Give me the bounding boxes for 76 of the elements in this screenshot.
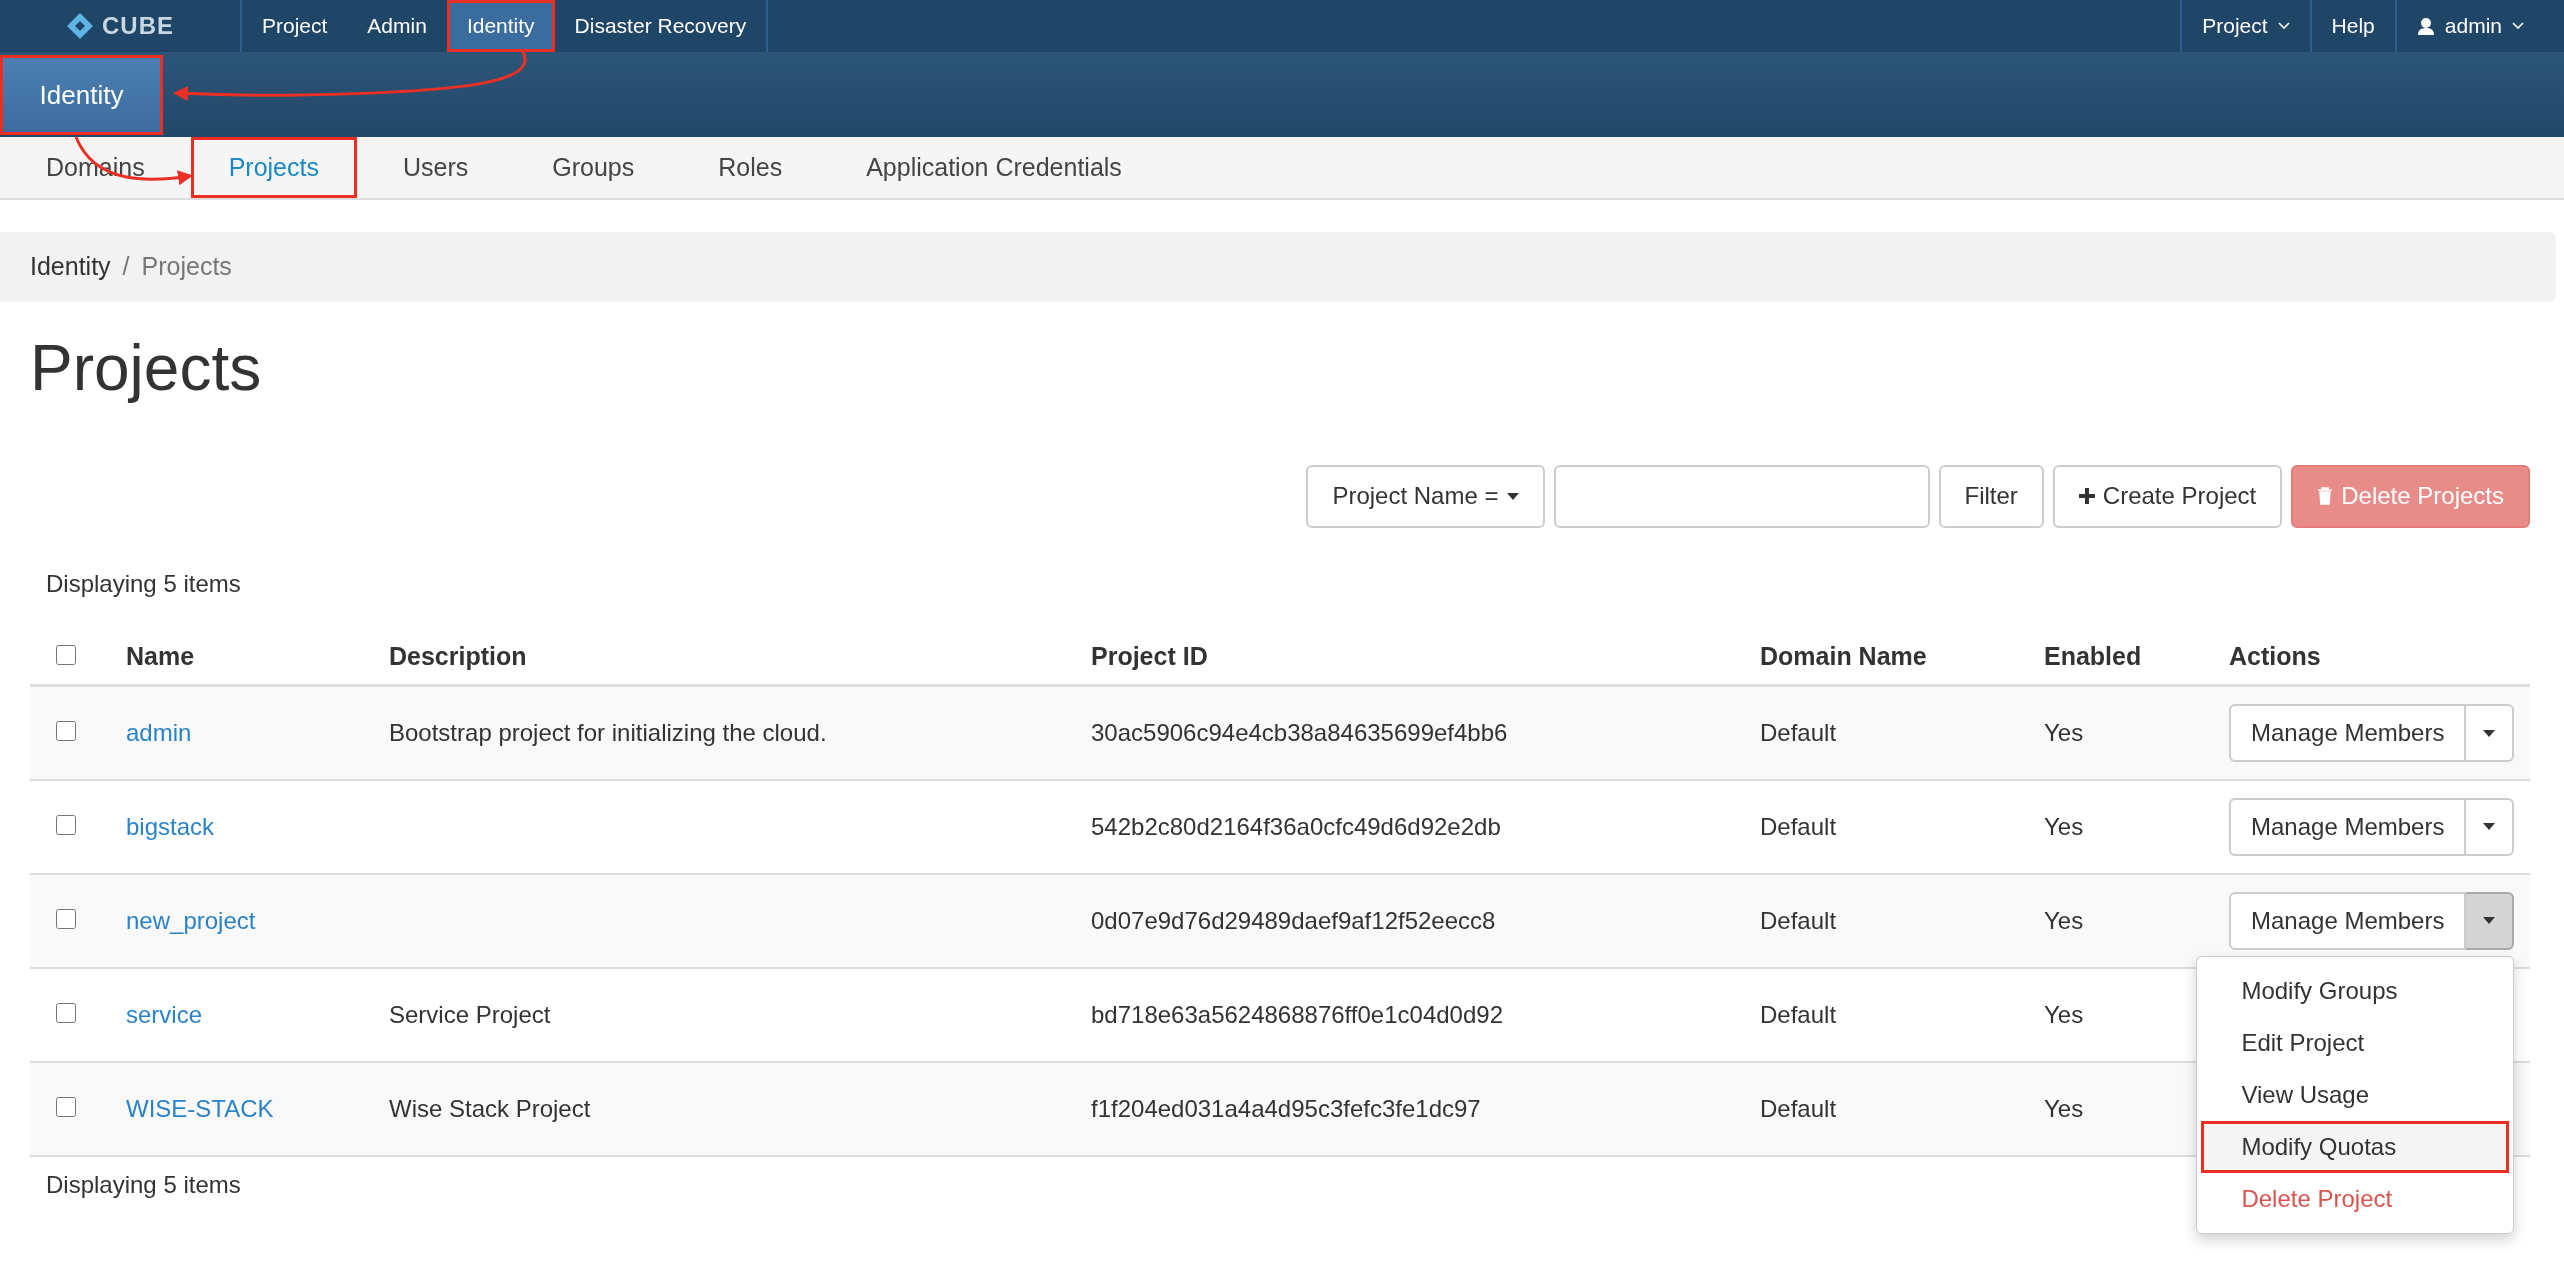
table-cell: Yes bbox=[2044, 812, 2084, 840]
name-link[interactable]: bigstack bbox=[126, 812, 215, 840]
manage-members-button[interactable]: Manage Members bbox=[2229, 891, 2467, 950]
breadcrumb-item[interactable]: Identity bbox=[30, 248, 111, 286]
breadcrumb-separator: / bbox=[122, 251, 130, 283]
caret-icon bbox=[1506, 492, 1519, 500]
menu-item[interactable]: View Usage bbox=[2201, 1068, 2510, 1121]
table-cell: bd718e63a5624868876ff0e1c04d0d92 bbox=[1091, 1000, 1503, 1028]
column-header: Project ID bbox=[1091, 642, 1208, 671]
table-cell: f1f204ed031a4a4d95c3fefc3fe1dc97 bbox=[1091, 1094, 1481, 1122]
trash-icon bbox=[2317, 487, 2334, 506]
menu-item[interactable]: Edit Project bbox=[2201, 1016, 2510, 1069]
table-cell: Yes bbox=[2044, 1000, 2084, 1028]
chevron-down-icon bbox=[2512, 22, 2524, 30]
user-icon bbox=[2416, 17, 2435, 35]
select-all-checkbox[interactable] bbox=[56, 645, 76, 666]
logo-text: CUBE bbox=[102, 11, 174, 41]
plus-icon bbox=[2078, 488, 2095, 505]
menu-item[interactable]: Modify Groups bbox=[2201, 964, 2510, 1017]
row-checkbox[interactable] bbox=[56, 908, 76, 929]
create-project-button[interactable]: Create Project bbox=[2052, 464, 2283, 528]
row-checkbox[interactable] bbox=[56, 1002, 76, 1023]
nav-link[interactable]: Project bbox=[242, 0, 348, 52]
table-cell: Default bbox=[1760, 1094, 1837, 1122]
row-checkbox[interactable] bbox=[56, 1096, 76, 1117]
tab[interactable]: Projects bbox=[190, 137, 357, 198]
menu-item[interactable]: Delete Project bbox=[2201, 1172, 2510, 1225]
manage-members-button[interactable]: Manage Members bbox=[2229, 797, 2467, 856]
table-cell: Default bbox=[1760, 906, 1837, 934]
nav-link[interactable]: Admin bbox=[347, 0, 447, 52]
chevron-down-icon bbox=[2277, 22, 2290, 30]
section-button[interactable]: Identity bbox=[0, 55, 163, 135]
table-cell: Service Project bbox=[389, 1000, 551, 1028]
row-checkbox[interactable] bbox=[56, 721, 76, 742]
nav-link[interactable]: Identity bbox=[446, 0, 555, 52]
table-cell: Default bbox=[1760, 1000, 1837, 1028]
dropdown-toggle-button[interactable] bbox=[2466, 891, 2515, 950]
table-cell: Yes bbox=[2044, 719, 2084, 747]
table-cell: Yes bbox=[2044, 1094, 2084, 1122]
column-header: Actions bbox=[2229, 642, 2321, 671]
page-title: Projects bbox=[30, 331, 263, 406]
name-link[interactable]: new_project bbox=[126, 906, 256, 934]
caret-icon bbox=[2483, 729, 2496, 737]
dropdown-toggle-button[interactable] bbox=[2466, 797, 2515, 856]
table-cell: Yes bbox=[2044, 906, 2084, 934]
search-field[interactable] bbox=[1553, 464, 1930, 528]
table-cell: Default bbox=[1760, 719, 1837, 747]
tab[interactable]: Application Credentials bbox=[828, 137, 1160, 198]
tab[interactable]: Roles bbox=[680, 137, 821, 198]
tab[interactable]: Users bbox=[364, 137, 507, 198]
column-header: Description bbox=[389, 642, 527, 671]
name-link[interactable]: admin bbox=[126, 719, 192, 747]
item-count: Displaying 5 items bbox=[46, 568, 241, 599]
caret-icon bbox=[2483, 823, 2496, 831]
column-header: Name bbox=[126, 642, 195, 671]
breadcrumb-item: Projects bbox=[141, 251, 232, 283]
table-cell: 542b2c80d2164f36a0cfc49d6d92e2db bbox=[1091, 812, 1501, 840]
caret-icon bbox=[2483, 917, 2496, 925]
dropdown-toggle-button[interactable] bbox=[2466, 704, 2515, 763]
table-cell: 0d07e9d76d29489daef9af12f52eecc8 bbox=[1091, 906, 1496, 934]
name-link[interactable]: WISE-STACK bbox=[126, 1094, 274, 1122]
logo-icon bbox=[66, 12, 94, 40]
item-count: Displaying 5 items bbox=[46, 1169, 241, 1200]
manage-members-button[interactable]: Manage Members bbox=[2229, 704, 2467, 763]
menu-item[interactable]: Modify Quotas bbox=[2201, 1120, 2510, 1173]
tab[interactable]: Groups bbox=[514, 137, 673, 198]
table-cell: Bootstrap project for initializing the cloud. bbox=[389, 719, 827, 747]
table-cell: 30ac5906c94e4cb38a84635699ef4bb6 bbox=[1091, 719, 1508, 747]
column-header: Enabled bbox=[2044, 642, 2142, 671]
table-cell: Wise Stack Project bbox=[389, 1094, 591, 1122]
row-checkbox[interactable] bbox=[56, 814, 76, 835]
filter-button[interactable]: Filter bbox=[1938, 464, 2044, 528]
name-link[interactable]: service bbox=[126, 1000, 203, 1028]
column-header: Domain Name bbox=[1760, 642, 1927, 671]
filter-field-dropdown[interactable]: Project Name = bbox=[1306, 464, 1545, 528]
table-cell: Default bbox=[1760, 812, 1837, 840]
